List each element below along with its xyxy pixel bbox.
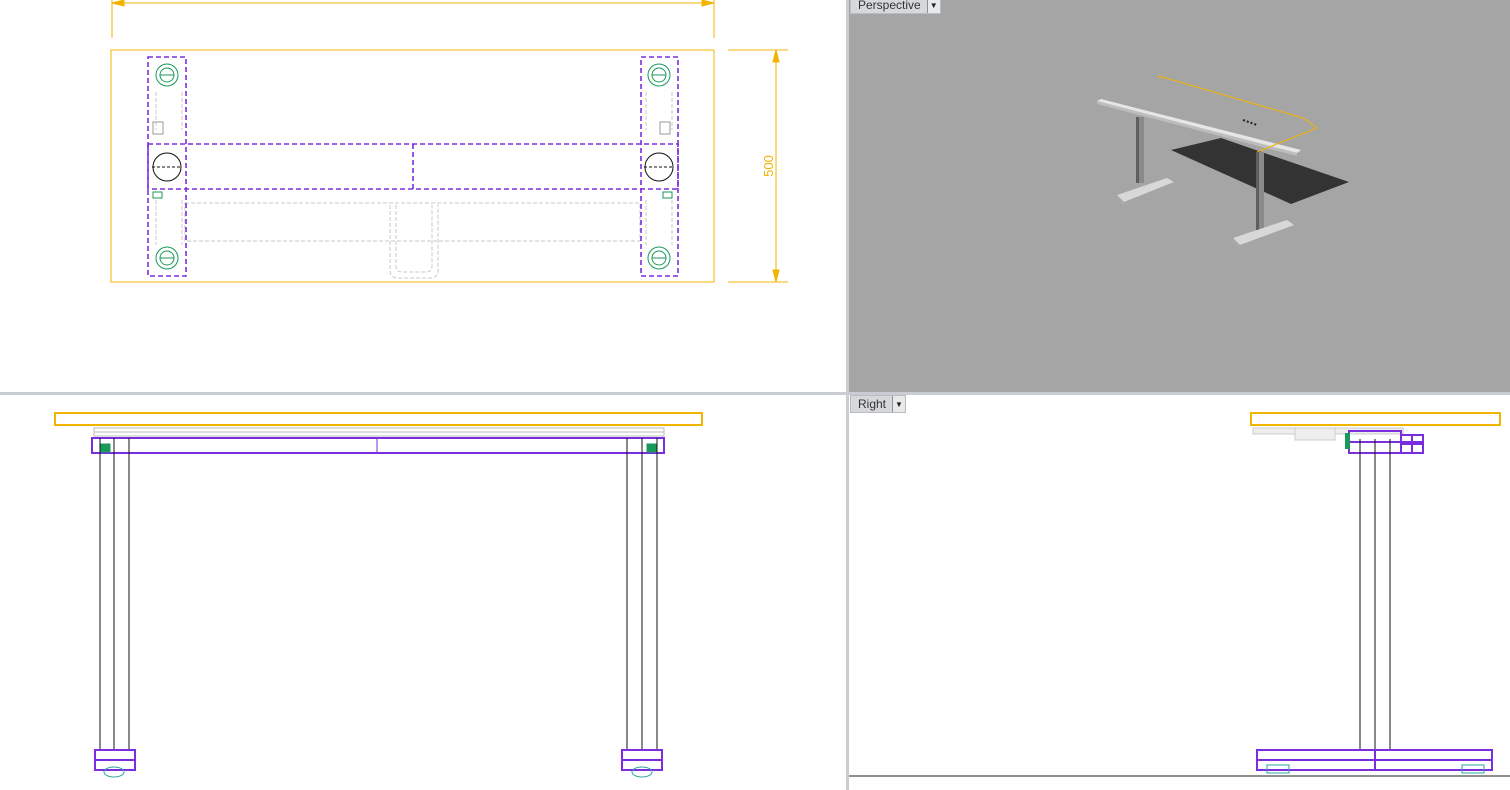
legs-front: [99, 438, 658, 750]
frame-rail-gray: [93, 427, 665, 437]
right-viewport[interactable]: Right ▼: [849, 395, 1510, 790]
top-view-drawing: 1200 500: [110, 0, 788, 283]
right-view-drawing: [849, 412, 1510, 777]
desktop-front-edge[interactable]: [54, 412, 703, 426]
front-viewport[interactable]: [0, 395, 846, 790]
foot-glides-front: [103, 766, 653, 778]
right-viewport-label[interactable]: Right ▼: [850, 395, 907, 413]
perspective-viewport[interactable]: Perspective ▼: [849, 0, 1510, 392]
desktop-side-edge[interactable]: [1250, 412, 1501, 426]
leg-side: [1359, 439, 1391, 750]
crossbar-selected[interactable]: [91, 437, 665, 454]
width-dimension[interactable]: [111, 0, 715, 38]
top-viewport[interactable]: 1200 500: [0, 0, 846, 392]
vertical-viewport-splitter[interactable]: [846, 0, 849, 790]
perspective-label-text: Perspective: [858, 0, 921, 12]
width-dimension-text: 1200: [399, 0, 428, 2]
selected-frame[interactable]: [147, 56, 679, 277]
triangle-down-icon[interactable]: ▼: [926, 0, 940, 13]
horizontal-viewport-splitter[interactable]: [0, 392, 1510, 395]
foot-selected-side[interactable]: [1256, 749, 1493, 771]
foot-glides: [152, 63, 673, 270]
frame-side-gray: [1252, 427, 1404, 441]
depth-dimension-text: 500: [761, 155, 776, 177]
triangle-down-icon[interactable]: ▼: [892, 396, 906, 412]
bracket-fixture-side: [1345, 433, 1350, 449]
right-label-text: Right: [858, 397, 887, 411]
feet-selected[interactable]: [94, 749, 663, 771]
desktop-outline[interactable]: [110, 49, 715, 283]
bracket-details: [152, 121, 671, 135]
leg-brackets-front: [100, 443, 657, 453]
perspective-viewport-label[interactable]: Perspective ▼: [850, 0, 941, 14]
depth-dimension[interactable]: [728, 49, 788, 283]
front-view-drawing: [54, 412, 703, 778]
perspective-render: [1097, 75, 1349, 251]
frame-hidden-lines: [155, 92, 673, 279]
